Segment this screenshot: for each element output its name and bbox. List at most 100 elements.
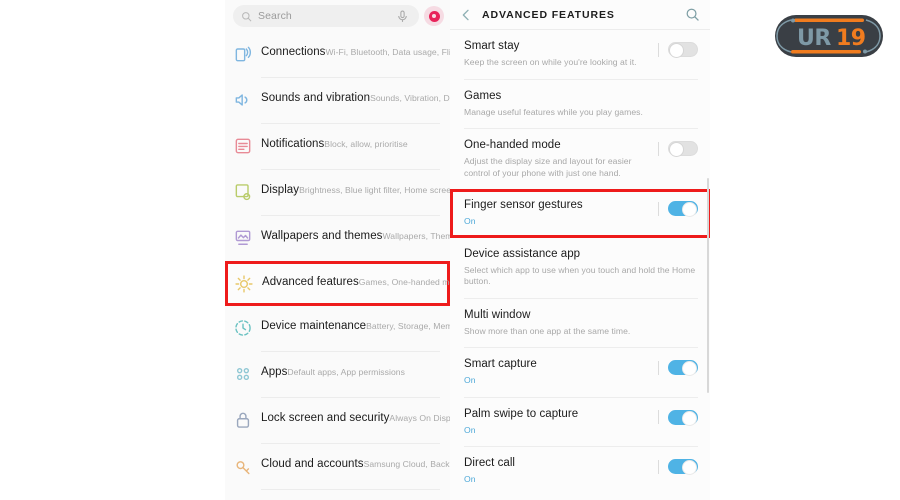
feature-toggle[interactable] xyxy=(668,141,698,157)
feature-item-palm-swipe-to-capture[interactable]: Palm swipe to capture On xyxy=(450,398,710,447)
wallpaper-icon xyxy=(233,228,253,248)
feature-item-direct-call[interactable]: Direct call On xyxy=(450,447,710,496)
display-icon xyxy=(233,182,253,202)
sidebar-item-label: Advanced features xyxy=(262,276,359,288)
toggle-knob xyxy=(682,460,697,475)
feature-toggle[interactable] xyxy=(668,201,698,217)
screenshot-root: Search ConnectionsWi-Fi, Bluetooth, Data… xyxy=(0,0,900,500)
sidebar-item-subtitle: Wi-Fi, Bluetooth, Data usage, Flight mod… xyxy=(325,47,450,57)
toggle-separator xyxy=(658,360,659,375)
camera-shutter-icon[interactable] xyxy=(424,6,444,26)
sidebar-item-connections[interactable]: ConnectionsWi-Fi, Bluetooth, Data usage,… xyxy=(225,32,450,77)
right-gutter xyxy=(710,0,900,500)
feature-status: On xyxy=(464,474,476,484)
feature-toggle[interactable] xyxy=(668,42,698,58)
feature-title: Smart stay xyxy=(464,40,520,52)
feature-status: On xyxy=(464,375,476,385)
feature-title: One-handed mode xyxy=(464,139,561,151)
cloud-accounts-icon xyxy=(233,456,253,476)
feature-toggle[interactable] xyxy=(668,409,698,426)
feature-title: Finger sensor gestures xyxy=(464,199,583,211)
feature-title: Device assistance app xyxy=(464,247,581,260)
feature-subtitle: Show more than one app at the same time. xyxy=(464,325,631,336)
advanced-features-header: ADVANCED FEATURES xyxy=(450,0,710,30)
feature-subtitle: Adjust the display size and layout for e… xyxy=(464,156,632,178)
search-icon xyxy=(242,11,252,21)
toggle-separator xyxy=(658,459,659,474)
sidebar-item-cloud-and-accounts[interactable]: Cloud and accountsSamsung Cloud, Backup … xyxy=(225,444,450,489)
lock-icon xyxy=(233,410,253,430)
feature-title: Games xyxy=(464,89,502,102)
sidebar-item-subtitle: Always On Display, Face Recognition, Fin… xyxy=(389,413,450,423)
sidebar-item-subtitle: Wallpapers, Themes, Icons xyxy=(382,231,450,241)
advanced-features-list: Smart stay Keep the screen on while you'r… xyxy=(450,30,710,496)
sidebar-item-display[interactable]: DisplayBrightness, Blue light filter, Ho… xyxy=(225,170,450,215)
feature-subtitle: Select which app to use when you touch a… xyxy=(464,264,696,287)
chevron-left-icon[interactable] xyxy=(458,7,474,23)
feature-item-games[interactable]: Games Manage useful features while you pl… xyxy=(450,80,710,129)
feature-toggle[interactable] xyxy=(668,459,698,475)
sidebar-item-lock-screen-and-security[interactable]: Lock screen and securityAlways On Displa… xyxy=(225,398,450,443)
device-maintenance-icon xyxy=(233,318,253,338)
toggle-separator xyxy=(658,42,659,57)
scrollbar[interactable] xyxy=(707,178,709,393)
toggle-knob xyxy=(682,361,697,376)
feature-item-smart-stay[interactable]: Smart stay Keep the screen on while you'r… xyxy=(450,30,710,79)
ur19-logo: UR 19 xyxy=(775,15,883,57)
feature-status: On xyxy=(464,424,476,435)
feature-title: Smart capture xyxy=(464,358,537,370)
settings-items-list: ConnectionsWi-Fi, Bluetooth, Data usage,… xyxy=(225,32,450,500)
sound-waves-icon xyxy=(233,90,253,110)
feature-item-multi-window[interactable]: Multi window Show more than one app at th… xyxy=(450,299,710,348)
advanced-features-panel: ADVANCED FEATURES Smart stay Keep the scr… xyxy=(450,0,710,500)
sidebar-item-label: Display xyxy=(261,184,300,196)
sidebar-item-label: Wallpapers and themes xyxy=(261,230,383,242)
sidebar-item-subtitle: Samsung Cloud, Backup and restore, Smart… xyxy=(363,459,450,469)
feature-item-one-handed-mode[interactable]: One-handed mode Adjust the display size a… xyxy=(450,129,710,189)
feature-item-device-assistance-app[interactable]: Device assistance app Select which app to… xyxy=(450,238,710,298)
feature-title: Multi window xyxy=(464,308,531,321)
toggle-separator xyxy=(658,141,659,156)
sidebar-item-label: Cloud and accounts xyxy=(261,458,364,470)
sidebar-item-sounds-and-vibration[interactable]: Sounds and vibrationSounds, Vibration, D… xyxy=(225,78,450,123)
sidebar-item-label: Sounds and vibration xyxy=(261,92,371,104)
toggle-separator xyxy=(658,201,659,216)
sidebar-item-apps[interactable]: AppsDefault apps, App permissions xyxy=(225,352,450,397)
sidebar-item-subtitle: Block, allow, prioritise xyxy=(324,139,408,149)
toggle-knob xyxy=(682,202,697,217)
connections-icon xyxy=(233,44,253,64)
search-bar-row: Search xyxy=(225,0,450,32)
search-input[interactable]: Search xyxy=(233,5,419,27)
sidebar-item-wallpapers-and-themes[interactable]: Wallpapers and themesWallpapers, Themes,… xyxy=(225,216,450,261)
feature-item-finger-sensor-gestures[interactable]: Finger sensor gestures On xyxy=(450,189,710,238)
search-placeholder: Search xyxy=(258,10,292,22)
toggle-knob xyxy=(682,410,697,426)
sidebar-item-subtitle: Sounds, Vibration, Do not disturb xyxy=(370,93,450,103)
feature-subtitle: Manage useful features while you play ga… xyxy=(464,106,643,117)
microphone-icon[interactable] xyxy=(396,9,409,24)
sidebar-item-advanced-features[interactable]: Advanced featuresGames, One-handed mode xyxy=(225,261,450,306)
feature-subtitle: Keep the screen on while you're looking … xyxy=(464,57,637,67)
page-title: ADVANCED FEATURES xyxy=(482,8,615,21)
sidebar-item-label: Device maintenance xyxy=(261,320,367,332)
sidebar-item-subtitle: Brightness, Blue light filter, Home scre… xyxy=(299,185,450,195)
sidebar-item-device-maintenance[interactable]: Device maintenanceBattery, Storage, Memo… xyxy=(225,306,450,351)
sidebar-item-subtitle: Games, One-handed mode xyxy=(358,277,450,287)
sidebar-item-google[interactable]: GoogleGoogle settings xyxy=(225,490,450,500)
sidebar-item-label: Connections xyxy=(261,46,326,58)
feature-toggle[interactable] xyxy=(668,360,698,376)
feature-title: Palm swipe to capture xyxy=(464,407,579,420)
settings-panel: Search ConnectionsWi-Fi, Bluetooth, Data… xyxy=(225,0,450,500)
apps-icon xyxy=(233,364,253,384)
advanced-features-icon xyxy=(234,274,254,294)
toggle-knob xyxy=(669,142,684,157)
sidebar-item-notifications[interactable]: NotificationsBlock, allow, prioritise xyxy=(225,124,450,169)
search-icon[interactable] xyxy=(685,7,700,22)
feature-item-smart-capture[interactable]: Smart capture On xyxy=(450,348,710,397)
svg-text:19: 19 xyxy=(836,26,866,51)
toggle-separator xyxy=(658,410,659,424)
sidebar-item-label: Notifications xyxy=(261,138,325,150)
sidebar-item-label: Lock screen and security xyxy=(261,412,390,424)
svg-text:UR: UR xyxy=(797,26,831,51)
feature-title: Direct call xyxy=(464,457,516,469)
